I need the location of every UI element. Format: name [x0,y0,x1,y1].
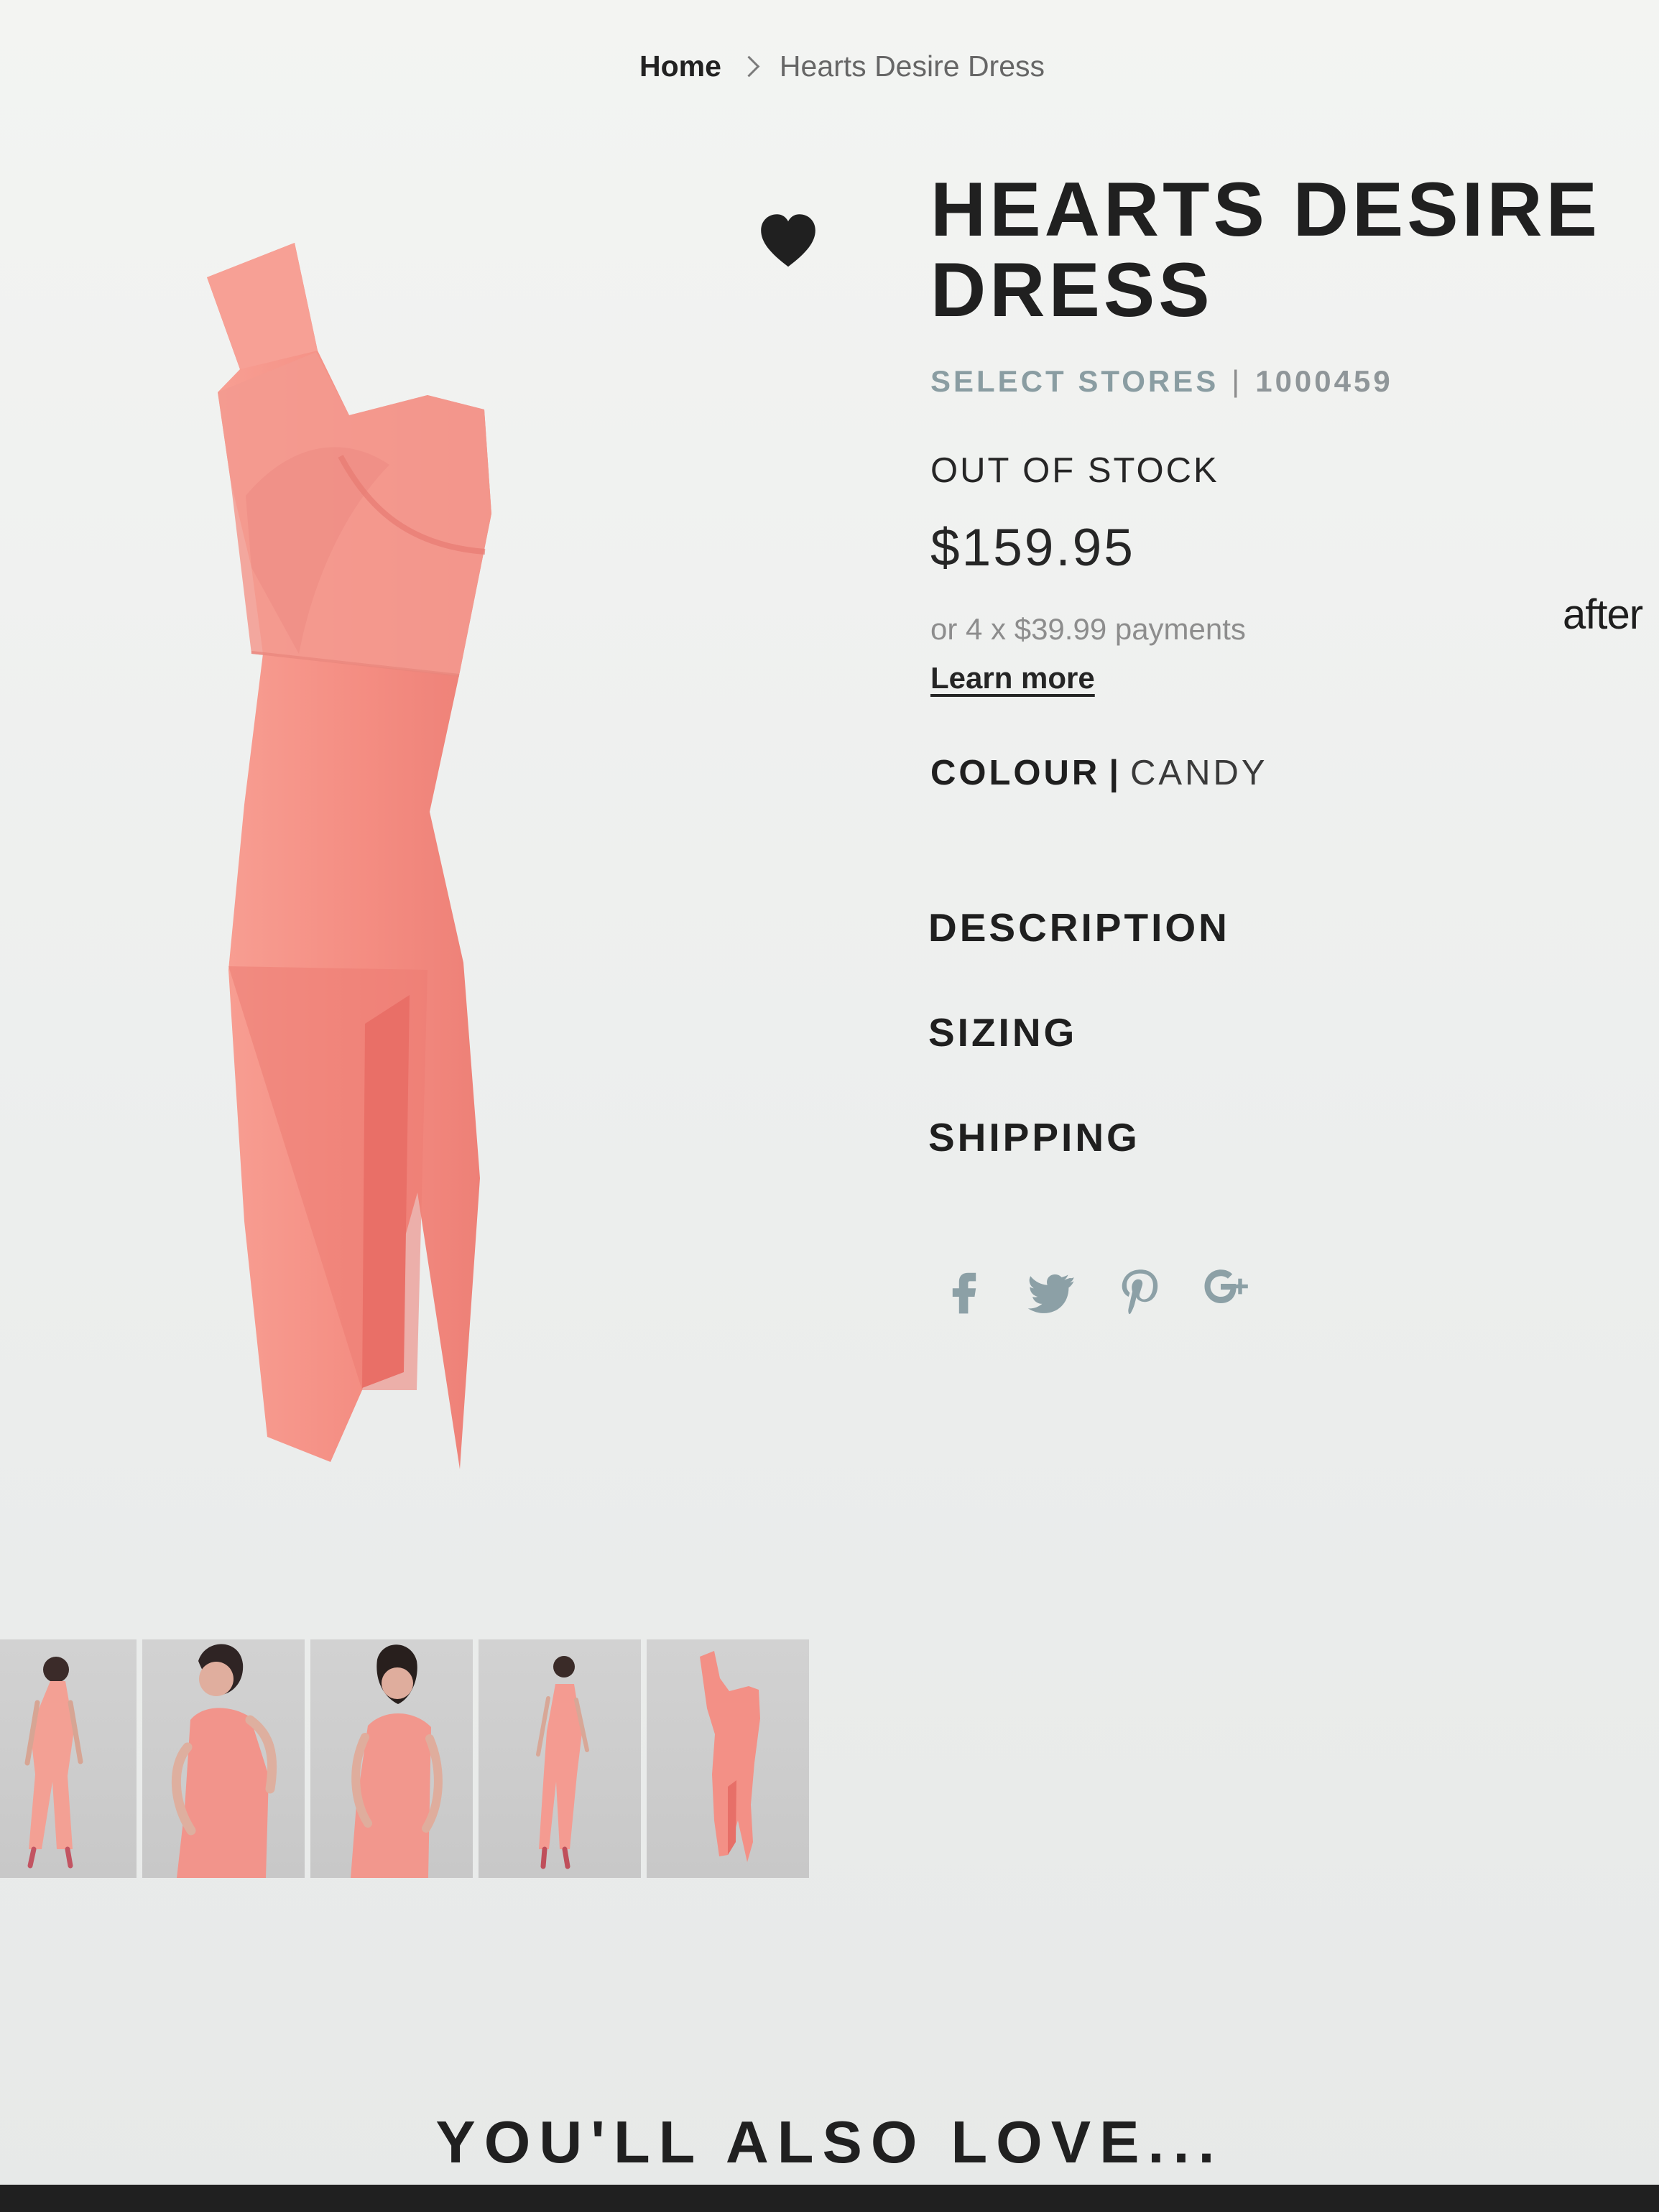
learn-more-link[interactable]: Learn more [930,661,1635,695]
colour-label: COLOUR [930,754,1101,792]
google-plus-icon[interactable] [1201,1264,1253,1316]
breadcrumb: Home Hearts Desire Dress [639,45,1045,88]
product-page: Home Hearts Desire Dress HEARTS DESIRE D… [0,0,1659,2212]
colour-value: CANDY [1130,754,1268,792]
meta-divider: | [1231,364,1243,398]
shipping-accordion-button[interactable]: SHIPPING [928,1114,1230,1167]
dress-slit-shape [362,995,410,1388]
product-accordion: DESCRIPTION SIZING SHIPPING [928,904,1230,1218]
dress-product-only-icon [700,1651,760,1862]
thumbnail-model-closeup[interactable] [142,1639,305,1878]
product-thumbnail-gallery [0,1639,812,1878]
dress-strap-shape [207,243,318,369]
thumbnail-model-front[interactable] [0,1639,137,1878]
thumbnail-model-side[interactable] [479,1639,641,1878]
product-title: HEARTS DESIRE DRESS [930,166,1602,333]
availability-label: SELECT STORES [930,364,1219,398]
thumbnail-dress-only[interactable] [647,1639,809,1878]
product-price: $159.95 [930,519,1135,577]
model-full-length-front-icon [24,1657,83,1869]
model-close-up-smiling-icon [172,1644,277,1878]
breadcrumb-home-link[interactable]: Home [639,50,721,83]
product-info: HEARTS DESIRE DRESS SELECT STORES | 1000… [930,169,1635,695]
model-full-length-side-icon [536,1656,589,1869]
stock-status: OUT OF STOCK [930,451,1219,490]
model-back-view-icon [351,1644,443,1878]
product-meta: SELECT STORES | 1000459 [930,364,1635,399]
colour-divider: | [1109,754,1122,792]
social-share-links [938,1264,1253,1316]
colour-selector: COLOUR | CANDY [930,753,1268,793]
wishlist-heart-icon[interactable] [756,210,821,274]
installment-info: or 4 x $39.99 payments [930,612,1246,646]
twitter-icon[interactable] [1026,1264,1078,1316]
thumbnail-model-back[interactable] [310,1639,473,1878]
screen-bottom-bezel [0,2185,1659,2212]
also-love-heading: YOU'LL ALSO LOVE... [435,2108,1224,2175]
sizing-accordion-button[interactable]: SIZING [928,1009,1230,1062]
description-accordion-button[interactable]: DESCRIPTION [928,904,1230,957]
product-main-image[interactable] [165,216,632,1480]
pinterest-icon[interactable] [1114,1264,1165,1316]
afterpay-logo-text[interactable]: after [1563,591,1643,639]
chevron-right-icon [738,55,760,77]
breadcrumb-current-page: Hearts Desire Dress [779,49,1045,83]
facebook-icon[interactable] [938,1264,990,1316]
product-code: 1000459 [1255,364,1393,398]
